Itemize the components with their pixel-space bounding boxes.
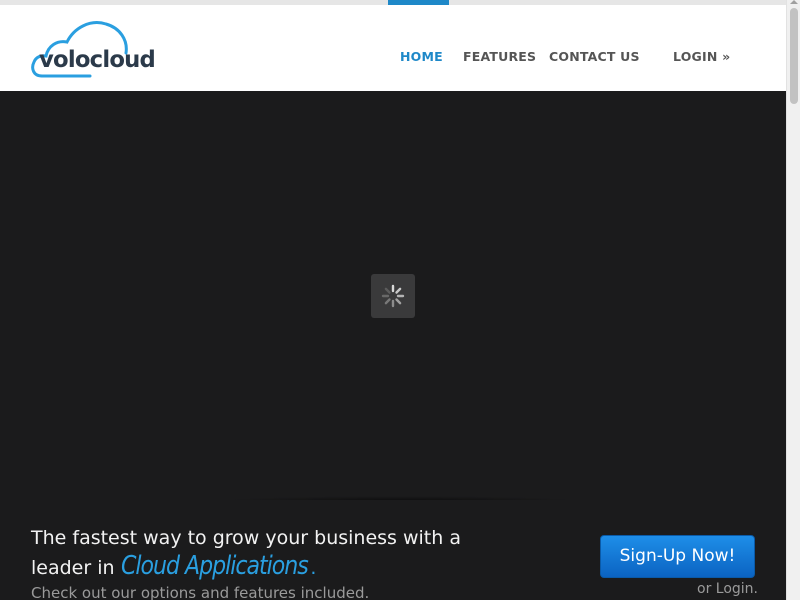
signup-button[interactable]: Sign-Up Now!: [600, 535, 755, 578]
nav-contact-us[interactable]: CONTACT US: [549, 49, 640, 64]
main-nav: HOME FEATURES CONTACT US LOGIN »: [0, 5, 786, 91]
nav-features[interactable]: FEATURES: [463, 49, 536, 64]
login-link[interactable]: or Login.: [697, 581, 758, 597]
headline-end: .: [310, 557, 317, 579]
nav-home[interactable]: HOME: [400, 49, 443, 64]
callout-headline: The fastest way to grow your business wi…: [31, 524, 521, 582]
callout-section: The fastest way to grow your business wi…: [0, 500, 786, 600]
headline-highlight: Cloud Applications: [120, 551, 309, 581]
nav-login[interactable]: LOGIN »: [673, 49, 730, 64]
spinner-icon: [371, 274, 415, 318]
callout-subline: Check out our options and features inclu…: [31, 584, 370, 600]
page-scrollbar[interactable]: [786, 0, 800, 600]
scroll-up-arrow-icon[interactable]: [790, 0, 798, 4]
scroll-thumb[interactable]: [790, 8, 798, 104]
page: volocloud HOME FEATURES CONTACT US LOGIN…: [0, 0, 800, 600]
hero-slider: [0, 91, 786, 500]
